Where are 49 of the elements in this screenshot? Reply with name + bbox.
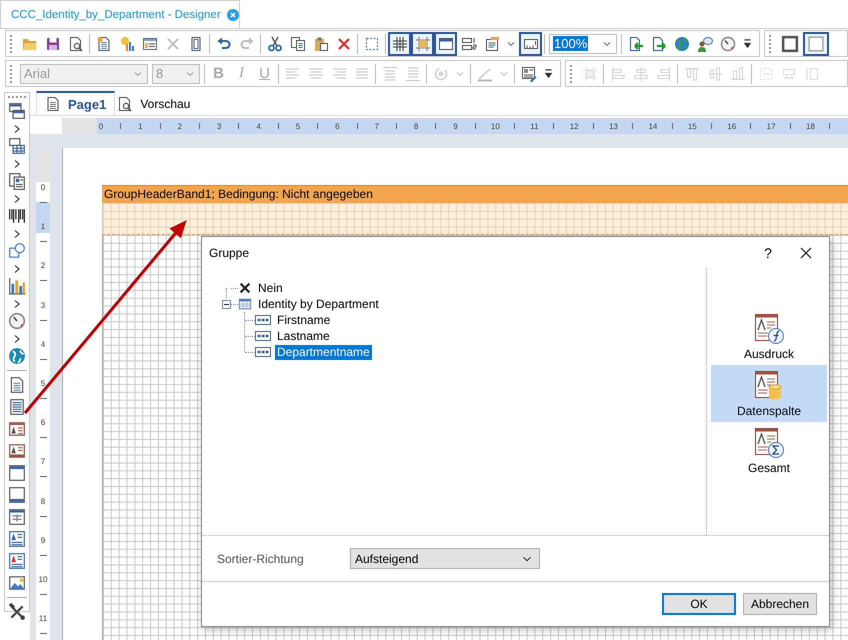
ruler-number: 12 — [570, 122, 578, 130]
ruler-number: 7 — [40, 456, 46, 468]
ruler-number: 11 — [38, 613, 48, 626]
ruler-number: 5 — [40, 378, 46, 390]
cancel-button[interactable]: Abbrechen — [743, 593, 817, 615]
ruler-number: 5 — [294, 122, 302, 130]
ruler-number: 14 — [648, 122, 656, 130]
source-type-option[interactable]: Gesamt — [711, 422, 827, 479]
sort-direction-select[interactable]: Aufsteigend — [350, 548, 540, 569]
source-type-option[interactable]: Ausdruck — [711, 308, 827, 365]
ruler-number: 1 — [137, 122, 144, 130]
ruler-number: 16 — [727, 122, 736, 130]
ruler-number: 0 — [40, 182, 46, 194]
ruler-number: 2 — [40, 260, 46, 272]
source-type-option[interactable]: Datenspalte — [711, 365, 827, 422]
ruler-number: 9 — [40, 534, 46, 547]
ruler-number: 6 — [40, 417, 46, 430]
ruler-number: 11 — [530, 122, 538, 130]
ruler-number: 4 — [255, 122, 262, 130]
zoom-combo[interactable]: 100% — [549, 34, 617, 54]
field-label: Sortier-Richtung — [217, 552, 305, 566]
ruler-number: 3 — [40, 300, 46, 312]
ruler-number: 3 — [216, 122, 222, 130]
ruler-number: 4 — [40, 338, 46, 351]
page-tab[interactable]: Page1 — [36, 91, 116, 115]
ruler-number: 6 — [334, 122, 341, 130]
band-header[interactable]: GroupHeaderBand1; Bedingung: Nicht angegeben — [102, 185, 848, 203]
tree-item[interactable]: Nein — [256, 280, 285, 296]
ok-button[interactable]: OK — [662, 593, 736, 615]
tree-item[interactable]: Lastname — [275, 328, 332, 344]
ruler-number: 0 — [98, 122, 104, 130]
tree-item[interactable]: Firstname — [275, 312, 332, 328]
ruler-number: 18 — [806, 122, 814, 130]
page-tab[interactable]: Vorschau — [115, 91, 198, 115]
tree-item[interactable]: Departmentname — [275, 344, 372, 360]
ruler-number: 10 — [490, 122, 499, 130]
ruler-number: 10 — [38, 574, 48, 586]
tree-item[interactable]: Identity by Department — [256, 296, 381, 312]
ruler-number: 17 — [766, 122, 775, 130]
dialog-title: Gruppe — [209, 246, 250, 260]
ruler-number: 8 — [412, 122, 420, 130]
ruler-number: 9 — [452, 122, 459, 130]
ruler-number: 2 — [176, 122, 183, 130]
help-button[interactable]: ? — [753, 238, 783, 266]
ruler-number: 15 — [688, 122, 696, 130]
ruler-number: 13 — [609, 122, 618, 130]
ruler-number: 7 — [374, 122, 380, 130]
ruler-number: 8 — [40, 496, 46, 508]
ruler-number: 1 — [40, 221, 46, 234]
